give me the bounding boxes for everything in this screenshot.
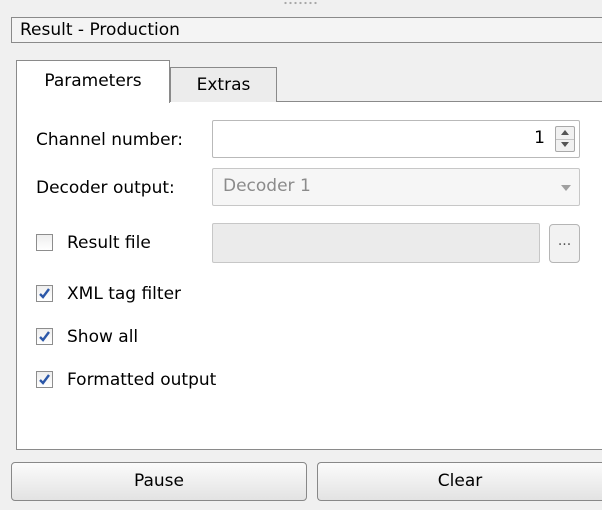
- browse-button[interactable]: ...: [549, 224, 580, 263]
- chevron-down-icon: [561, 185, 571, 191]
- checkmark-icon: [39, 331, 50, 342]
- decoder-output-value: Decoder 1: [223, 176, 311, 196]
- formatted-output-checkbox[interactable]: [36, 371, 53, 388]
- decoder-output-label: Decoder output:: [36, 178, 175, 198]
- clear-button[interactable]: Clear: [317, 462, 602, 501]
- arrow-down-icon: [561, 142, 569, 147]
- show-all-label: Show all: [67, 327, 139, 347]
- tab-parameters[interactable]: Parameters: [16, 60, 170, 103]
- decoder-output-dropdown[interactable]: Decoder 1: [212, 168, 580, 206]
- tab-extras[interactable]: Extras: [170, 67, 277, 102]
- spin-buttons: [555, 126, 575, 152]
- splitter-grip[interactable]: [283, 1, 317, 5]
- result-file-label: Result file: [67, 233, 151, 253]
- channel-number-label: Channel number:: [36, 130, 183, 150]
- xml-tag-filter-checkbox[interactable]: [36, 285, 53, 302]
- show-all-checkbox[interactable]: [36, 328, 53, 345]
- formatted-output-label: Formatted output: [67, 370, 217, 390]
- channel-number-value: 1: [534, 128, 545, 148]
- result-file-path-input[interactable]: [212, 223, 540, 263]
- pause-button[interactable]: Pause: [11, 462, 307, 501]
- arrow-up-icon: [561, 130, 569, 135]
- xml-tag-filter-label: XML tag filter: [67, 284, 182, 304]
- window-title: Result - Production: [11, 17, 602, 43]
- spin-down-button[interactable]: [556, 139, 574, 151]
- result-file-checkbox[interactable]: [36, 234, 53, 251]
- checkmark-icon: [39, 374, 50, 385]
- checkmark-icon: [39, 288, 50, 299]
- channel-number-spinbox[interactable]: 1: [212, 120, 580, 158]
